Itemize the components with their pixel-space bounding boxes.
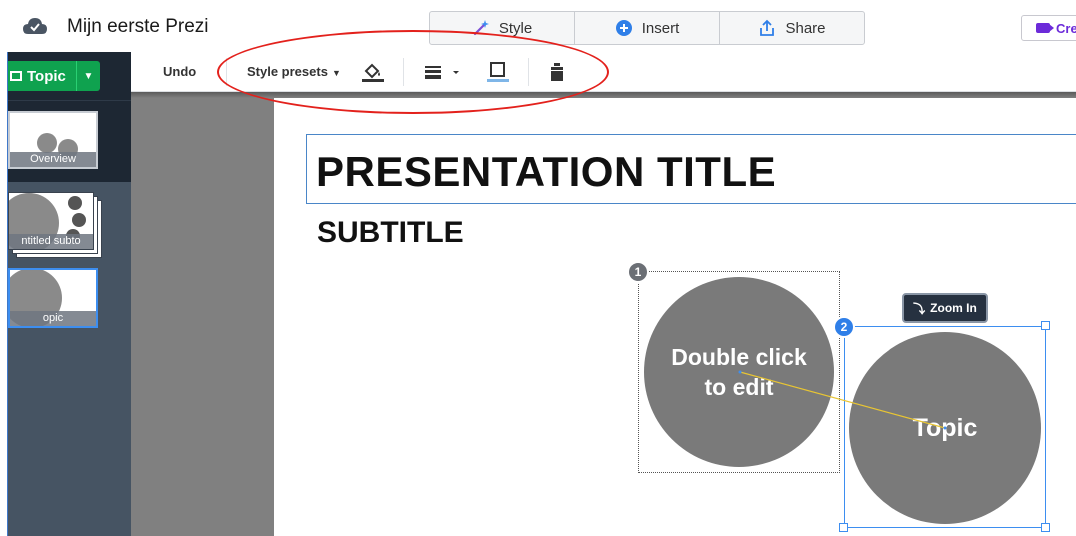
arrow-down-right-icon: ⤵	[913, 301, 926, 316]
resize-handle[interactable]	[839, 523, 848, 532]
plus-circle-icon	[615, 20, 632, 36]
topic1-text: Double click to edit	[671, 344, 807, 400]
add-topic-button[interactable]: Topic ▼	[8, 61, 100, 91]
topic-circle-2[interactable]: Topic	[849, 332, 1041, 524]
thumbnail-label: opic	[10, 311, 96, 326]
thumbnail-subtopic-stack[interactable]: ntitled subto	[8, 192, 108, 262]
edit-toolbar: Undo Style presets ▼	[131, 52, 1076, 92]
style-presets-dropdown[interactable]: Style presets ▼	[247, 64, 341, 79]
tab-style-label: Style	[498, 19, 533, 37]
stack-front: ntitled subto	[8, 192, 94, 250]
thumbnail-overview[interactable]: Overview	[8, 111, 98, 169]
tab-style[interactable]: Style	[430, 12, 575, 44]
chevron-down-icon: ▼	[331, 68, 341, 78]
add-topic-label: Topic	[27, 67, 66, 85]
toolbar-divider	[226, 58, 227, 86]
resize-handle[interactable]	[1041, 523, 1050, 532]
undo-button[interactable]: Undo	[163, 64, 196, 79]
topic-circle-1[interactable]: Double click to edit	[644, 277, 834, 467]
style-presets-label: Style presets	[247, 64, 328, 79]
topic2-order-badge[interactable]: 2	[833, 316, 855, 338]
topic2-text: Topic	[912, 413, 978, 442]
tab-share[interactable]: Share	[720, 12, 864, 44]
presentation-title[interactable]: PRESENTATION TITLE	[316, 148, 776, 196]
zoom-in-button[interactable]: ⤵ Zoom In	[902, 293, 988, 323]
border-icon[interactable]	[485, 60, 511, 84]
zoom-in-label: Zoom In	[930, 301, 977, 315]
line-weight-icon[interactable]	[421, 60, 465, 84]
video-camera-icon	[1036, 23, 1054, 33]
top-bar: Mijn eerste Prezi Style Insert Share Cre	[0, 0, 1076, 54]
tab-insert-label: Insert	[641, 19, 680, 37]
topic-dropdown-caret-icon[interactable]: ▼	[76, 61, 100, 91]
fill-bucket-icon[interactable]	[360, 60, 386, 84]
main-tabs: Style Insert Share	[429, 11, 865, 45]
create-video-label: Cre	[1056, 20, 1076, 36]
delete-icon[interactable]	[544, 60, 570, 84]
tab-insert[interactable]: Insert	[575, 12, 720, 44]
presentation-subtitle[interactable]: SUBTITLE	[317, 216, 464, 250]
toolbar-divider	[528, 58, 529, 86]
cloud-saved-icon[interactable]	[22, 15, 48, 37]
thumbnail-label: ntitled subto	[9, 234, 93, 249]
topic-square-icon	[10, 71, 22, 81]
tab-share-label: Share	[785, 19, 826, 37]
share-upload-icon	[760, 19, 775, 36]
topic1-order-badge[interactable]: 1	[627, 261, 649, 283]
thumbnail-label: Overview	[10, 152, 96, 167]
thumbnail-topic[interactable]: opic	[8, 268, 98, 328]
toolbar-divider	[403, 58, 404, 86]
document-title[interactable]: Mijn eerste Prezi	[67, 16, 209, 38]
left-edge-strip	[0, 52, 8, 536]
resize-handle[interactable]	[1041, 321, 1050, 330]
magic-wand-icon	[473, 20, 489, 36]
sidebar-divider	[8, 100, 131, 101]
slide-sidebar: Topic ▼ Overview ntitled subto opic	[8, 52, 131, 536]
create-video-button[interactable]: Cre	[1021, 15, 1076, 41]
